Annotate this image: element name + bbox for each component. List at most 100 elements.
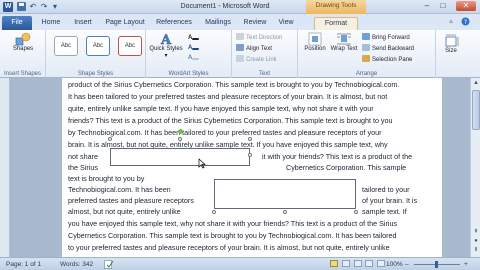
send-backward-button[interactable]: Send Backward xyxy=(362,44,414,53)
wrap-left-line: Technobiogical.com. It has been xyxy=(68,185,171,194)
help-icon[interactable]: ? xyxy=(460,17,470,27)
mouse-cursor-icon xyxy=(198,158,206,169)
word-app-icon[interactable]: W xyxy=(3,2,13,12)
scroll-thumb[interactable] xyxy=(472,90,480,130)
scroll-up-icon[interactable]: ▲ xyxy=(472,79,480,87)
wrap-text-label: Wrap Text xyxy=(330,46,358,52)
redo-icon[interactable]: ↷ xyxy=(39,2,49,12)
resize-handle[interactable] xyxy=(354,210,358,214)
maximize-button[interactable]: □ xyxy=(436,1,450,11)
body-line: Cybernetics Corporation. This sample tex… xyxy=(68,231,397,240)
align-text-icon xyxy=(236,44,244,51)
zoom-out-button[interactable]: – xyxy=(405,260,409,269)
create-link-icon xyxy=(236,55,244,62)
shape-style-1[interactable]: Abc xyxy=(54,36,78,56)
vertical-scrollbar[interactable]: ▲ ⇞ ● ⇟ xyxy=(470,78,480,257)
wrap-text-icon xyxy=(337,33,351,45)
wordart-styles-label: WordArt Styles xyxy=(168,71,209,77)
previous-page-icon[interactable]: ⇞ xyxy=(472,228,480,236)
wrap-right-line: of your brain. It is xyxy=(362,196,418,205)
resize-handle[interactable] xyxy=(178,137,182,141)
save-icon[interactable] xyxy=(16,2,26,12)
status-bar: Page: 1 of 1 Words: 342 100% – + xyxy=(0,257,480,270)
body-line: product of the Sirius Cybernetics Corpor… xyxy=(68,80,400,89)
wrap-left-line: almost, but not quite, entirely unlike xyxy=(68,207,181,216)
tab-view[interactable]: View xyxy=(274,17,298,30)
next-page-icon[interactable]: ⇟ xyxy=(472,246,480,254)
draft-icon[interactable] xyxy=(377,260,386,267)
shape-styles-group: Abc Abc Abc Shape Styles xyxy=(46,30,146,78)
body-line: It has been tailored to your preferred t… xyxy=(68,92,388,101)
print-layout-icon[interactable] xyxy=(330,260,338,267)
select-browse-object-icon[interactable]: ● xyxy=(472,237,480,245)
create-link-button[interactable]: Create Link xyxy=(236,55,277,64)
position-button[interactable]: Position xyxy=(300,32,330,52)
shape-style-3[interactable]: Abc xyxy=(118,36,142,56)
zoom-in-button[interactable]: + xyxy=(464,260,468,269)
svg-text:?: ? xyxy=(463,19,466,26)
full-screen-reading-icon[interactable] xyxy=(341,260,350,267)
quick-styles-label: Quick Styles xyxy=(149,46,183,52)
selection-pane-icon xyxy=(362,55,370,62)
minimize-button[interactable]: – xyxy=(420,1,434,11)
arrange-group: Position Wrap Text Bring Forward Send Ba… xyxy=(298,30,436,78)
shapes-button[interactable]: Shapes xyxy=(4,32,42,52)
tab-home[interactable]: Home xyxy=(38,17,64,30)
ribbon: Shapes Insert Shapes Abc Abc Abc Shape S… xyxy=(0,30,480,78)
zoom-level[interactable]: 100% xyxy=(386,260,403,269)
text-fill-button[interactable]: A xyxy=(188,34,201,43)
customize-icon[interactable]: ▾ xyxy=(50,2,60,12)
size-button[interactable]: Size xyxy=(439,34,463,54)
resize-handle[interactable] xyxy=(248,153,252,157)
align-text-button[interactable]: Align Text xyxy=(236,44,272,53)
wordart-icon: A xyxy=(160,33,172,46)
resize-handle[interactable] xyxy=(248,137,252,141)
proofing-icon[interactable] xyxy=(104,260,114,270)
page[interactable]: product of the Sirius Cybernetics Corpor… xyxy=(62,78,442,257)
text-box-2[interactable] xyxy=(214,179,356,209)
close-button[interactable]: ✕ xyxy=(456,1,476,11)
body-line: you have enjoyed this sample text, why n… xyxy=(68,219,398,228)
selection-pane-button[interactable]: Selection Pane xyxy=(362,55,412,64)
svg-text:A: A xyxy=(160,33,172,46)
wrap-right-line: sample text. If xyxy=(362,207,407,216)
quick-styles-button[interactable]: A Quick Styles ▾ xyxy=(148,32,184,59)
tab-insert[interactable]: Insert xyxy=(68,17,98,30)
wrap-text-button[interactable]: Wrap Text xyxy=(330,32,358,52)
minimize-ribbon-icon[interactable]: ▵ xyxy=(446,17,456,27)
zoom-slider-thumb[interactable] xyxy=(435,261,438,268)
undo-icon[interactable]: ↶ xyxy=(28,2,38,12)
resize-handle[interactable] xyxy=(108,137,112,141)
tab-file[interactable]: File xyxy=(2,16,32,30)
rotation-handle[interactable] xyxy=(178,129,183,134)
word-count[interactable]: Words: 342 xyxy=(60,260,93,269)
tab-review[interactable]: Review xyxy=(240,17,270,30)
web-layout-icon[interactable] xyxy=(353,260,362,267)
text-direction-button[interactable]: Text Direction xyxy=(236,33,282,42)
outline-icon[interactable] xyxy=(365,260,374,267)
wrap-left-line: preferred tastes and pleasure receptors xyxy=(68,196,194,205)
view-buttons xyxy=(330,260,386,270)
shapes-icon xyxy=(15,32,31,46)
tab-references[interactable]: References xyxy=(152,17,196,30)
tab-page-layout[interactable]: Page Layout xyxy=(102,17,148,30)
resize-handle[interactable] xyxy=(212,210,216,214)
text-box-1[interactable] xyxy=(110,148,250,166)
size-icon xyxy=(445,34,459,47)
bring-forward-button[interactable]: Bring Forward xyxy=(362,33,410,42)
resize-handle[interactable] xyxy=(283,210,287,214)
text-group-label: Text xyxy=(258,71,270,77)
page-count[interactable]: Page: 1 of 1 xyxy=(6,260,41,269)
tab-mailings[interactable]: Mailings xyxy=(200,17,236,30)
position-label: Position xyxy=(304,46,326,52)
wrap-left-line: not share xyxy=(68,152,98,161)
bring-forward-icon xyxy=(362,33,370,40)
shapes-label: Shapes xyxy=(12,46,34,52)
shape-style-2[interactable]: Abc xyxy=(86,36,110,56)
body-line: by Technobiogical.com. It has been tailo… xyxy=(68,128,382,137)
tab-format[interactable]: Format xyxy=(314,17,358,30)
text-effects-button[interactable]: A xyxy=(188,54,201,63)
size-label: Size xyxy=(445,48,457,54)
text-outline-button[interactable]: A xyxy=(188,44,201,53)
wrap-right-line: tailored to your xyxy=(362,185,410,194)
